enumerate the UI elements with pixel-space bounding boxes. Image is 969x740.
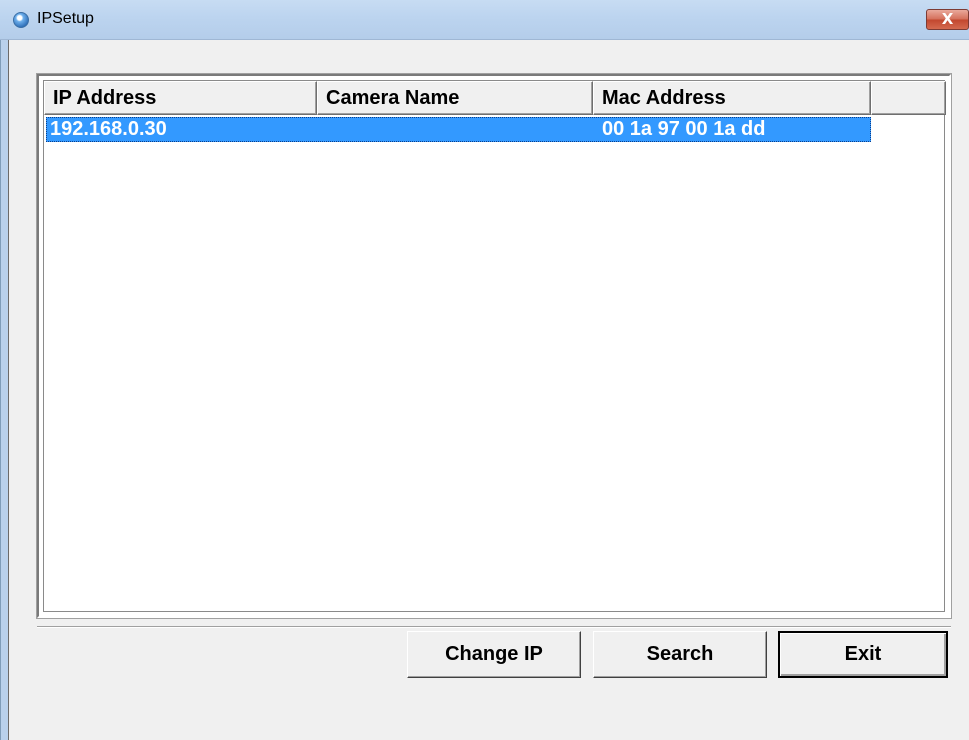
camera-list[interactable]: IP Address Camera Name Mac Address 192.1…: [37, 74, 951, 618]
camera-list-body: IP Address Camera Name Mac Address 192.1…: [43, 80, 946, 612]
ipsetup-window: IPSetup X IP Address Camera Name Mac Add…: [0, 0, 969, 740]
cell-ip-address: 192.168.0.30: [50, 118, 167, 140]
title-bar[interactable]: IPSetup X: [0, 0, 969, 40]
column-header-ip-address[interactable]: IP Address: [44, 81, 317, 115]
window-frame-left: [0, 40, 8, 740]
app-globe-icon: [13, 12, 29, 28]
close-button[interactable]: X: [926, 9, 969, 30]
separator: [37, 626, 951, 628]
cell-mac-address: 00 1a 97 00 1a dd: [602, 118, 766, 140]
column-header-mac-address[interactable]: Mac Address: [593, 81, 871, 115]
list-header: IP Address Camera Name Mac Address: [44, 81, 946, 115]
table-row[interactable]: 192.168.0.30 00 1a 97 00 1a dd: [46, 117, 871, 142]
column-header-camera-name[interactable]: Camera Name: [317, 81, 593, 115]
window-frame-divider: [8, 40, 9, 740]
cell-camera-name: [321, 118, 591, 141]
change-ip-button[interactable]: Change IP: [407, 631, 581, 678]
exit-button[interactable]: Exit: [778, 631, 948, 678]
column-header-extra[interactable]: [871, 81, 946, 115]
search-button[interactable]: Search: [593, 631, 767, 678]
window-title: IPSetup: [37, 10, 94, 27]
